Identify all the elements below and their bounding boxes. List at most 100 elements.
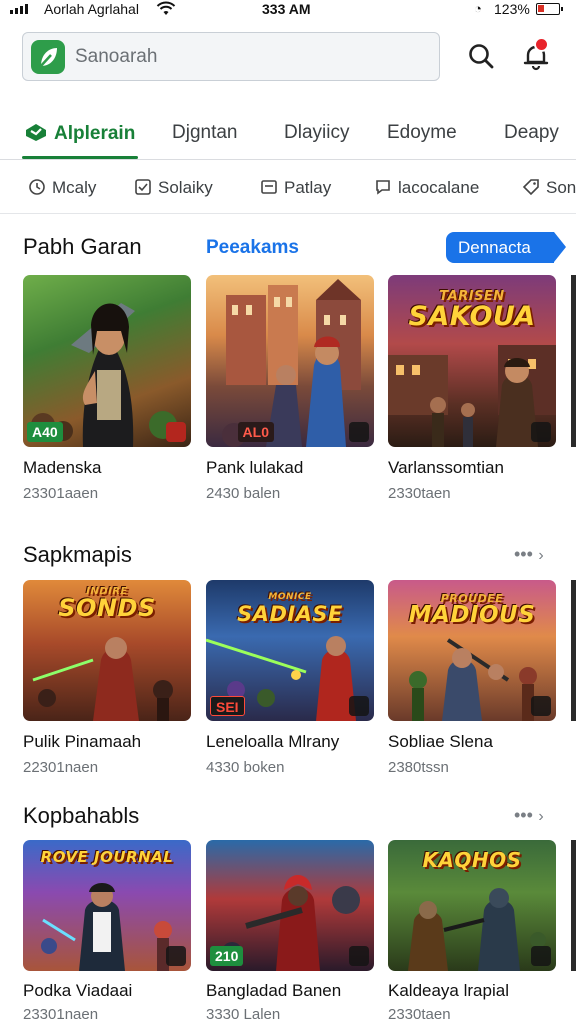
game-thumbnail: MONICE SADIASE SEI	[206, 580, 374, 721]
game-title: Varlanssomtian	[388, 458, 504, 477]
section-title: Kopbahabls	[23, 803, 140, 828]
search-bar[interactable]	[22, 32, 440, 81]
controller-icon	[166, 946, 186, 966]
section-title: Pabh Garan	[23, 234, 142, 259]
game-badge: 210	[210, 946, 244, 966]
game-thumbnail: TARISEN SAKOUA	[388, 275, 556, 447]
game-card[interactable]: MONICE SADIASE SEI Leneloalla Mlrany 433…	[206, 580, 374, 780]
notification-badge	[534, 37, 549, 52]
battery-icon	[536, 3, 563, 15]
game-title: Pulik Pinamaah	[23, 732, 142, 751]
next-card-peek	[571, 840, 576, 971]
game-logo-text: SAKOUA	[408, 301, 536, 332]
filter-chips: Mcaly Solaiky Patlay lacocalane Son	[0, 166, 576, 214]
tab-deapy[interactable]: Deapy	[504, 122, 559, 144]
next-card-peek	[571, 580, 576, 721]
next-card-peek	[571, 275, 576, 447]
game-thumbnail: AL0	[206, 275, 374, 447]
cell-signal-icon	[10, 4, 28, 14]
game-thumbnail: 210	[206, 840, 374, 971]
more-button[interactable]: ••• ›	[514, 805, 545, 826]
category-tabs: Alplerain Djgntan Dlayiicy Edoyme Deapy	[0, 110, 576, 160]
chip-lacocalane[interactable]: lacocalane	[374, 178, 479, 198]
wifi-icon	[156, 1, 176, 20]
tab-label: Edoyme	[387, 122, 457, 143]
controller-icon	[349, 422, 369, 442]
game-title: Podka Viadaai	[23, 981, 133, 1000]
game-logo-text: SADIASE	[237, 602, 343, 626]
game-title: Madenska	[23, 458, 102, 477]
tab-edoyme[interactable]: Edoyme	[387, 122, 457, 144]
game-logo-text: ROVE JOURNAL	[40, 848, 174, 866]
game-thumbnail: ROVE JOURNAL	[23, 840, 191, 971]
game-title: Sobliae Slena	[388, 732, 493, 751]
status-bar: Aorlah Agrlahal 333 AM ◔ 123%	[0, 0, 576, 20]
game-subtitle: 23301aaen	[23, 485, 99, 502]
check-square-icon	[135, 179, 151, 195]
game-badge: AL0	[237, 422, 274, 442]
game-logo-subtext: MONICE	[268, 592, 312, 602]
search-input[interactable]	[75, 41, 415, 73]
game-card[interactable]: KAQHOS Kaldeaya lrapial 2330taen	[388, 840, 556, 1024]
game-subtitle: 2330taen	[388, 1006, 451, 1023]
carrier-name: Aorlah Agrlahal	[44, 1, 139, 17]
clock-time: 333 AM	[262, 1, 311, 17]
game-card[interactable]: INDIRE SONDS Pulik Pinamaah 22301naen	[23, 580, 191, 780]
game-badge: SEI	[210, 696, 245, 716]
game-thumbnail: INDIRE SONDS	[23, 580, 191, 721]
game-controller-icon	[24, 122, 48, 148]
game-card[interactable]: A40 Madenska 23301aaen	[23, 275, 191, 515]
chip-label: Son	[546, 178, 576, 197]
game-subtitle: 23301naen	[23, 1006, 99, 1023]
game-card[interactable]: ROVE JOURNAL Podka Viadaai 23301naen	[23, 840, 191, 1024]
game-subtitle: 2330taen	[388, 485, 451, 502]
chip-solaiky[interactable]: Solaiky	[134, 178, 213, 198]
active-tab-indicator	[22, 156, 138, 159]
controller-icon	[349, 946, 369, 966]
chip-label: lacocalane	[398, 178, 480, 197]
game-card[interactable]: 210 Bangladad Banen 3330 Lalen	[206, 840, 374, 1024]
tab-dlayiicy[interactable]: Dlayiicy	[284, 122, 349, 144]
clock-icon	[29, 179, 45, 195]
app-logo-icon	[31, 40, 65, 74]
section-title: Sapkmapis	[23, 542, 132, 567]
chip-label: Mcaly	[52, 178, 97, 197]
game-logo-text: MADIOUS	[408, 602, 536, 628]
game-title: Leneloalla Mlrany	[206, 732, 340, 751]
tab-alplerain[interactable]: Alplerain	[24, 122, 135, 148]
game-title: Bangladad Banen	[206, 981, 342, 1000]
tab-djgntan[interactable]: Djgntan	[172, 122, 238, 144]
chip-patlay[interactable]: Patlay	[260, 178, 331, 198]
tab-label: Alplerain	[54, 123, 136, 144]
alarm-icon: ◔	[474, 1, 482, 16]
section-action-button[interactable]: Dennacta	[446, 232, 566, 263]
game-badge: A40	[27, 422, 63, 442]
heart-icon	[166, 422, 186, 442]
game-card[interactable]: TARISEN SAKOUA Varlanssomtian 2330taen	[388, 275, 556, 515]
chip-label: Patlay	[284, 178, 332, 197]
battery-percentage: 123%	[494, 1, 530, 17]
controller-icon	[349, 696, 369, 716]
chip-mcaly[interactable]: Mcaly	[28, 178, 96, 198]
game-thumbnail: PROUDEE MADIOUS	[388, 580, 556, 721]
tab-label: Djgntan	[172, 122, 238, 143]
chat-icon	[376, 180, 390, 195]
more-button[interactable]: ••• ›	[514, 544, 545, 565]
search-icon[interactable]	[465, 40, 497, 72]
game-title: Kaldeaya lrapial	[388, 981, 509, 1000]
game-card[interactable]: PROUDEE MADIOUS Sobliae Slena 2380tssn	[388, 580, 556, 780]
controller-icon	[531, 696, 551, 716]
game-thumbnail: A40	[23, 275, 191, 447]
game-title: Pank lulakad	[206, 458, 304, 477]
controller-icon	[531, 422, 551, 442]
game-subtitle: 3330 Lalen	[206, 1006, 281, 1023]
game-subtitle: 4330 boken	[206, 759, 285, 776]
game-card[interactable]: AL0 Pank lulakad 2430 balen	[206, 275, 374, 515]
chip-label: Solaiky	[158, 178, 213, 197]
controller-icon	[531, 946, 551, 966]
game-logo-text: KAQHOS	[422, 848, 522, 872]
chip-son[interactable]: Son	[522, 178, 576, 198]
game-logo-text: SONDS	[58, 594, 156, 622]
section-link[interactable]: Peeakams	[206, 237, 299, 259]
card-icon	[261, 180, 277, 194]
